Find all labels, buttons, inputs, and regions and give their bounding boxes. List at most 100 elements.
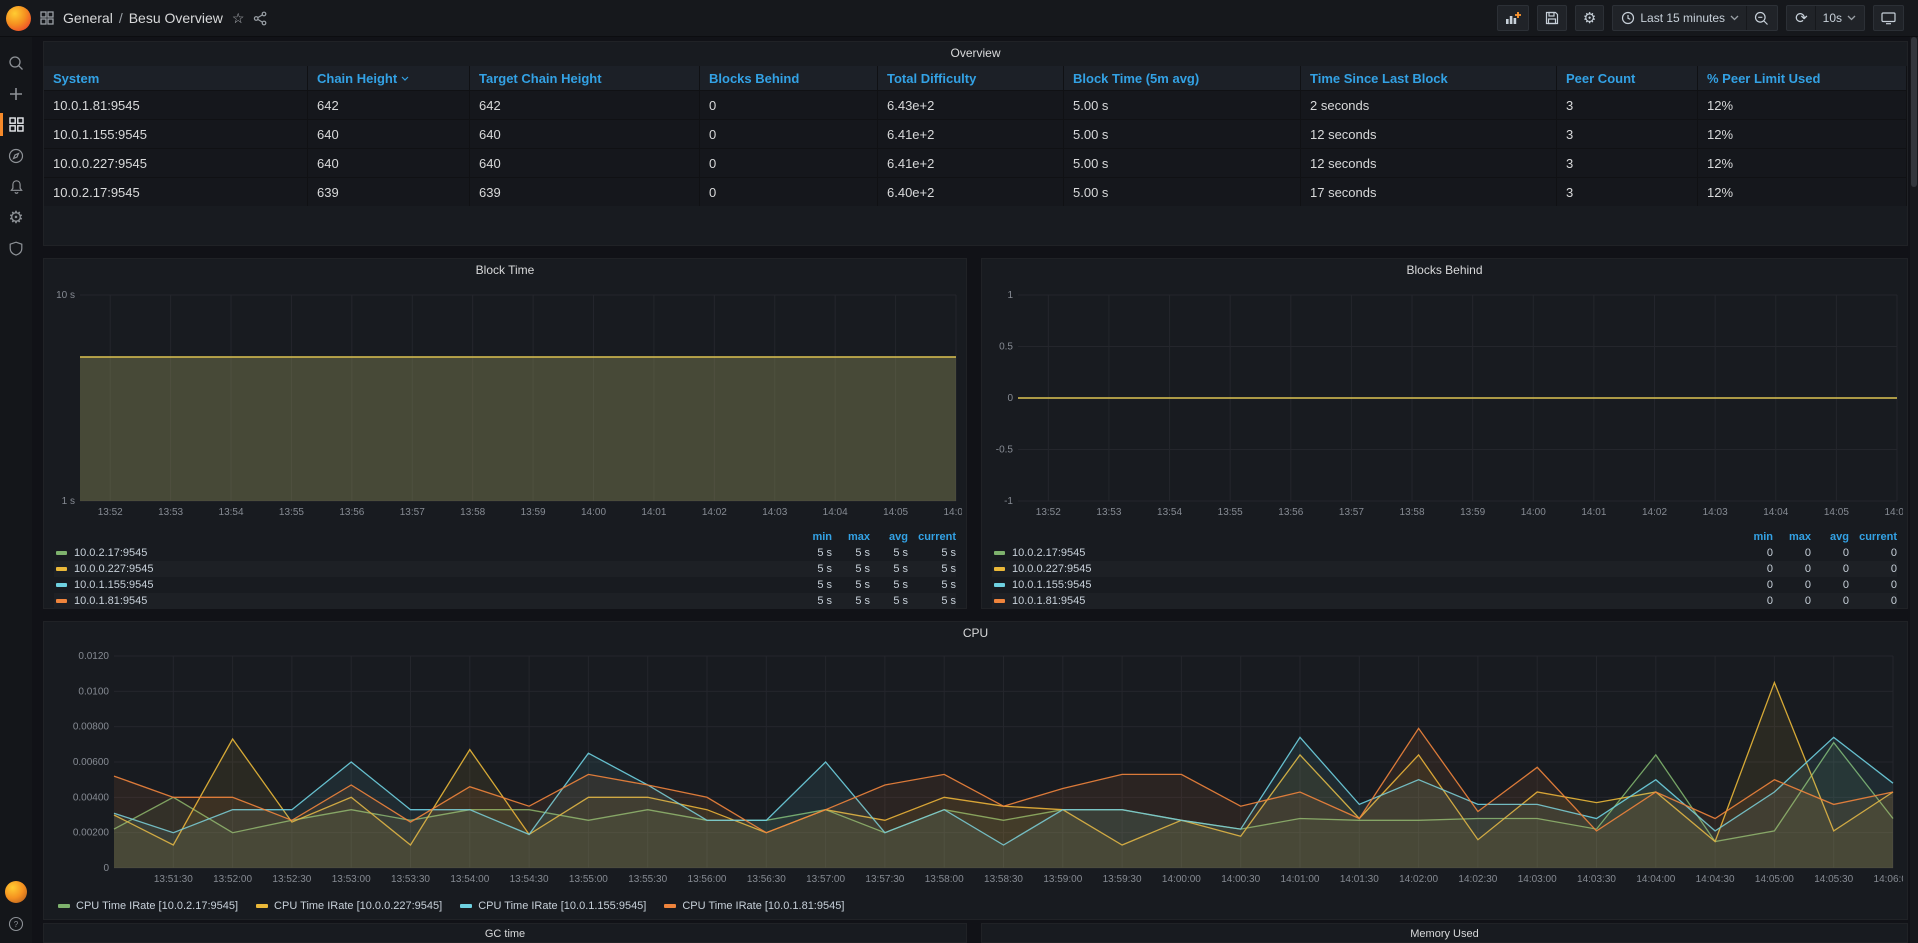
column-header[interactable]: System — [44, 66, 308, 90]
time-range-picker[interactable]: Last 15 minutes — [1614, 6, 1746, 30]
legend-stat-column[interactable]: current — [1849, 531, 1897, 545]
user-avatar[interactable] — [5, 881, 27, 903]
panel-title[interactable]: Memory Used — [982, 924, 1907, 943]
svg-text:14:01:30: 14:01:30 — [1340, 874, 1379, 885]
legend-stat-column[interactable]: max — [832, 531, 870, 545]
table-cell: 12 seconds — [1301, 119, 1557, 148]
sidebar-item-server-admin[interactable] — [0, 233, 32, 264]
svg-text:14:03: 14:03 — [762, 507, 787, 518]
refresh-button[interactable]: ⟳ — [1788, 6, 1815, 30]
panel-title[interactable]: Overview — [44, 42, 1907, 64]
legend-stat-column[interactable]: avg — [1811, 531, 1849, 545]
svg-text:0.00600: 0.00600 — [73, 757, 110, 768]
legend-item[interactable]: CPU Time IRate [10.0.1.81:9545] — [664, 900, 844, 912]
table-cell: 642 — [470, 90, 700, 119]
series-name[interactable]: 10.0.1.81:9545 — [1012, 595, 1735, 607]
breadcrumb[interactable]: General / Besu Overview — [63, 10, 223, 26]
block-time-chart[interactable]: 13:5213:5313:5413:5513:5613:5713:5813:59… — [50, 281, 962, 529]
star-dashboard-icon[interactable]: ☆ — [232, 10, 245, 27]
column-header[interactable]: Total Difficulty — [878, 66, 1064, 90]
refresh-interval-picker[interactable]: 10s — [1816, 6, 1863, 30]
column-header[interactable]: Chain Height — [308, 66, 470, 90]
svg-text:14:03: 14:03 — [1703, 507, 1728, 518]
series-swatch-icon — [994, 583, 1005, 587]
share-icon[interactable] — [253, 11, 267, 26]
panel-title[interactable]: CPU — [44, 622, 1907, 644]
series-swatch-icon — [256, 904, 268, 908]
add-panel-button[interactable] — [1497, 5, 1529, 31]
svg-text:0.0100: 0.0100 — [78, 686, 109, 697]
sidebar-item-dashboards[interactable] — [0, 109, 32, 140]
column-header[interactable]: Peer Count — [1557, 66, 1698, 90]
series-name: CPU Time IRate [10.0.1.81:9545] — [682, 900, 844, 912]
refresh-group: ⟳ 10s — [1786, 5, 1865, 31]
grafana-logo[interactable] — [6, 6, 31, 31]
legend-item[interactable]: CPU Time IRate [10.0.0.227:9545] — [256, 900, 442, 912]
table-cell: 0 — [700, 148, 878, 177]
series-name[interactable]: 10.0.1.155:9545 — [1012, 579, 1735, 591]
table-cell: 5.00 s — [1064, 119, 1301, 148]
series-swatch-icon — [994, 567, 1005, 571]
column-header[interactable]: Block Time (5m avg) — [1064, 66, 1301, 90]
column-header[interactable]: Target Chain Height — [470, 66, 700, 90]
table-cell: 12 seconds — [1301, 148, 1557, 177]
series-name[interactable]: 10.0.0.227:9545 — [1012, 563, 1735, 575]
scrollbar-thumb[interactable] — [1911, 37, 1917, 187]
legend-item[interactable]: CPU Time IRate [10.0.2.17:9545] — [58, 900, 238, 912]
gear-icon: ⚙ — [8, 209, 23, 226]
legend-stat-value: 5 s — [870, 595, 908, 607]
series-swatch-icon — [994, 551, 1005, 555]
legend-stat-value: 5 s — [870, 563, 908, 575]
search-icon — [8, 55, 24, 71]
breadcrumb-section[interactable]: General — [63, 10, 113, 26]
sidebar-item-help[interactable]: ? — [0, 913, 32, 935]
svg-text:14:02: 14:02 — [702, 507, 727, 518]
sidebar-item-configuration[interactable]: ⚙ — [0, 202, 32, 233]
legend-stat-column[interactable]: min — [794, 531, 832, 545]
panel-title[interactable]: GC time — [44, 924, 966, 943]
series-swatch-icon — [56, 551, 67, 555]
column-header[interactable]: % Peer Limit Used — [1698, 66, 1907, 90]
svg-text:13:58:30: 13:58:30 — [984, 874, 1023, 885]
svg-text:14:00:00: 14:00:00 — [1162, 874, 1201, 885]
panel-title[interactable]: Blocks Behind — [982, 259, 1907, 281]
series-name[interactable]: 10.0.2.17:9545 — [74, 547, 794, 559]
sidebar-item-create[interactable] — [0, 78, 32, 109]
panel-title[interactable]: Block Time — [44, 259, 966, 281]
legend-stat-column[interactable]: max — [1773, 531, 1811, 545]
legend-item[interactable]: CPU Time IRate [10.0.1.155:9545] — [460, 900, 646, 912]
legend-stat-column[interactable]: avg — [870, 531, 908, 545]
svg-text:13:52: 13:52 — [98, 507, 123, 518]
svg-text:14:01: 14:01 — [641, 507, 666, 518]
zoom-out-time-button[interactable] — [1747, 6, 1776, 30]
save-dashboard-button[interactable] — [1537, 5, 1567, 31]
cycle-view-mode-button[interactable] — [1873, 5, 1904, 31]
dashboard-settings-button[interactable]: ⚙ — [1575, 5, 1604, 31]
series-name[interactable]: 10.0.1.155:9545 — [74, 579, 794, 591]
svg-text:14:05:00: 14:05:00 — [1755, 874, 1794, 885]
legend-stat-value: 5 s — [794, 579, 832, 591]
svg-text:13:57:00: 13:57:00 — [806, 874, 845, 885]
sidebar-item-alerting[interactable] — [0, 171, 32, 202]
monitor-icon — [1881, 11, 1896, 25]
column-header[interactable]: Time Since Last Block — [1301, 66, 1557, 90]
column-header[interactable]: Blocks Behind — [700, 66, 878, 90]
svg-text:-0.5: -0.5 — [996, 445, 1014, 456]
cpu-chart[interactable]: 13:51:3013:52:0013:52:3013:53:0013:53:30… — [50, 644, 1903, 896]
svg-text:14:02: 14:02 — [1642, 507, 1667, 518]
legend-stat-column[interactable]: min — [1735, 531, 1773, 545]
blocks-behind-chart[interactable]: 13:5213:5313:5413:5513:5613:5713:5813:59… — [988, 281, 1903, 529]
svg-text:13:59:30: 13:59:30 — [1103, 874, 1142, 885]
svg-text:14:00: 14:00 — [1521, 507, 1546, 518]
legend-stat-value: 0 — [1735, 563, 1773, 575]
table-cell: 640 — [308, 119, 470, 148]
sidebar-item-explore[interactable] — [0, 140, 32, 171]
series-name[interactable]: 10.0.0.227:9545 — [74, 563, 794, 575]
table-cell: 5.00 s — [1064, 148, 1301, 177]
svg-text:13:57: 13:57 — [400, 507, 425, 518]
series-name[interactable]: 10.0.2.17:9545 — [1012, 547, 1735, 559]
sidebar-item-search[interactable] — [0, 47, 32, 78]
series-swatch-icon — [56, 599, 67, 603]
legend-stat-column[interactable]: current — [908, 531, 956, 545]
series-name[interactable]: 10.0.1.81:9545 — [74, 595, 794, 607]
